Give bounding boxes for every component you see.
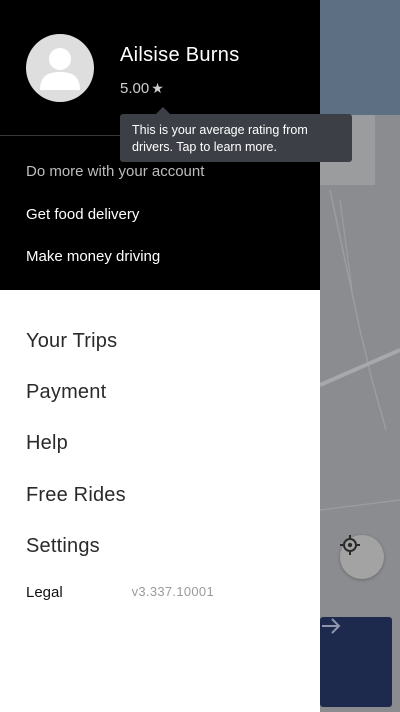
locate-me-button[interactable] (340, 535, 384, 579)
menu-item-payment[interactable]: Payment (26, 381, 106, 404)
rating-value: 5.00 (120, 80, 150, 97)
menu-item-settings[interactable]: Settings (26, 535, 100, 558)
drive-link[interactable]: Make money driving (26, 248, 160, 265)
star-icon: ★ (151, 80, 164, 96)
app-version: v3.337.10001 (131, 584, 214, 599)
avatar[interactable] (26, 34, 94, 102)
user-name[interactable]: Ailsise Burns (120, 44, 240, 67)
rating-tooltip[interactable]: This is your average rating from drivers… (120, 107, 352, 162)
food-delivery-link[interactable]: Get food delivery (26, 206, 139, 223)
menu-item-free-rides[interactable]: Free Rides (26, 484, 126, 507)
go-button[interactable] (320, 617, 392, 707)
tooltip-arrow (156, 107, 170, 114)
menu-item-your-trips[interactable]: Your Trips (26, 330, 117, 353)
crosshair-icon (340, 535, 360, 555)
tooltip-text-line2: drivers. Tap to learn more. (132, 140, 277, 154)
legal-link[interactable]: Legal (26, 584, 63, 601)
account-heading: Do more with your account (26, 163, 205, 180)
user-rating[interactable]: 5.00 ★ (120, 80, 164, 97)
arrow-right-icon (322, 618, 341, 634)
tooltip-text-line1: This is your average rating from (132, 123, 308, 137)
menu-item-help[interactable]: Help (26, 432, 68, 455)
person-silhouette-icon (40, 48, 80, 90)
